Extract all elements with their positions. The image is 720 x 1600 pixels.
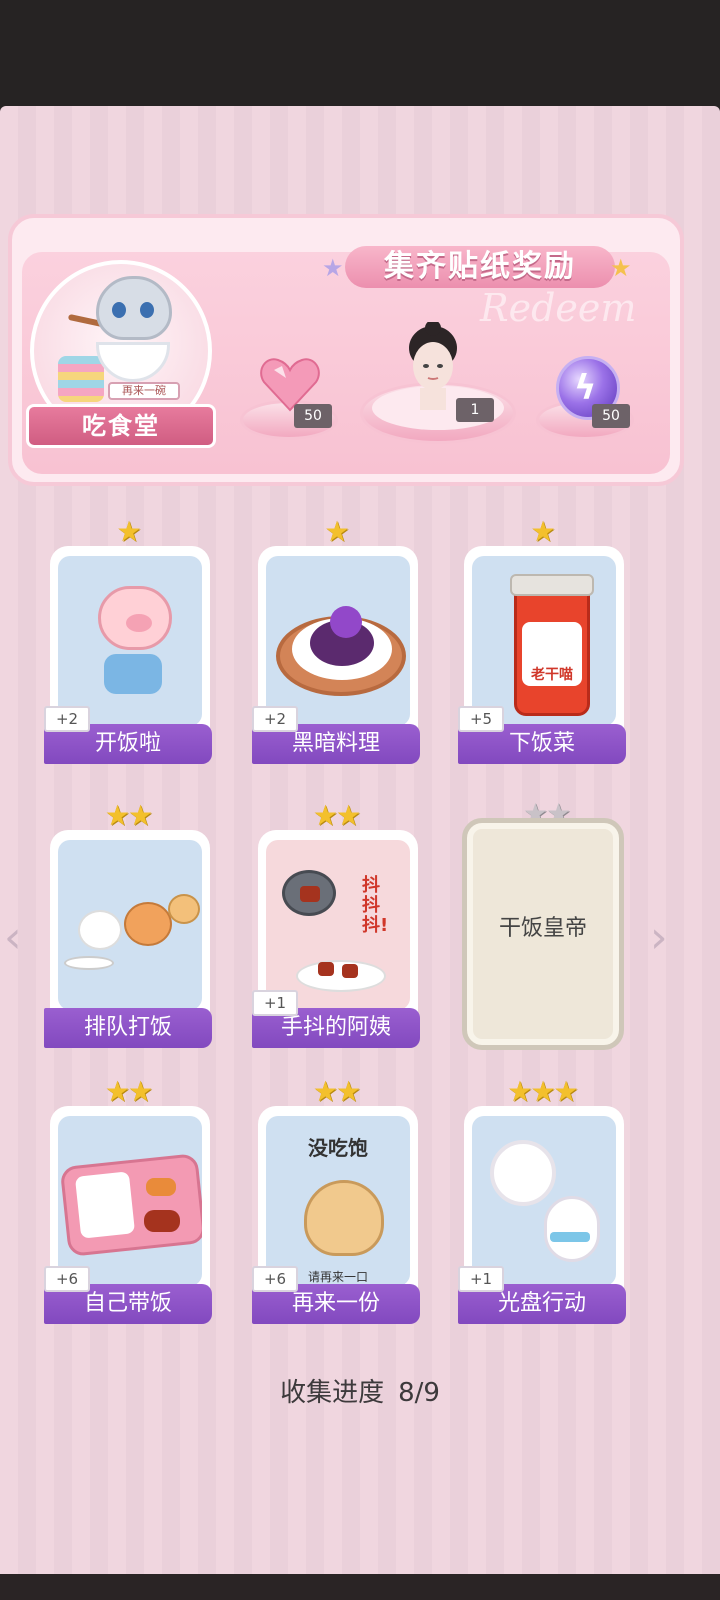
sticker-image <box>58 556 202 726</box>
banner-title: 集齐贴纸奖励 <box>345 246 615 288</box>
star-rating: ★★ <box>252 1076 420 1108</box>
star-icon: ★ <box>530 515 555 548</box>
jar-lid <box>510 574 594 596</box>
banner-watermark: Redeem <box>480 286 637 330</box>
screen: Redeem ★ 集齐贴纸奖励 ★ 再来一碗 吃食堂 50 1 ϟ 50 ★ 开… <box>0 0 720 1600</box>
progress-value: 8/9 <box>398 1378 440 1408</box>
cat-icon <box>124 902 172 946</box>
pig-snout <box>126 614 152 632</box>
star-sparkle-icon: ★ <box>322 254 344 282</box>
meat-piece <box>318 962 334 976</box>
cat-icon <box>168 894 200 924</box>
star-rating: ★★ <box>252 800 420 832</box>
locked-sticker-name: 干饭皇帝 <box>498 916 587 941</box>
bunny-icon <box>544 1196 600 1262</box>
star-icon: ★ <box>336 799 361 832</box>
sticker-bonus: +1 <box>458 1266 504 1292</box>
sticker-card[interactable]: ★★ 抖抖抖! 手抖的阿姨 +1 <box>252 800 420 1048</box>
star-icon: ★ <box>507 1075 532 1108</box>
reward-count: 50 <box>592 404 630 428</box>
star-rating: ★ <box>458 516 626 548</box>
sticker-bonus: +6 <box>44 1266 90 1292</box>
reward-count: 50 <box>294 404 332 428</box>
pig-shirt <box>104 654 162 694</box>
sticker-image: 抖抖抖! <box>266 840 410 1010</box>
sticker-card[interactable]: ★★ 排队打饭 <box>44 800 212 1048</box>
plates-icon <box>58 356 104 402</box>
hamster-icon <box>304 1180 384 1256</box>
sticker-bonus: +2 <box>252 706 298 732</box>
star-icon: ★ <box>104 1075 130 1108</box>
sticker-card[interactable]: ★★ 自己带饭 +6 <box>44 1076 212 1324</box>
star-icon: ★ <box>530 1075 555 1108</box>
star-icon: ★ <box>116 515 141 548</box>
steak-piece <box>144 1210 180 1232</box>
sticker-card[interactable]: ★ 开饭啦 +2 <box>44 516 212 764</box>
cat-icon <box>78 910 122 950</box>
star-rating: ★ <box>44 516 212 548</box>
sticker-card[interactable]: ★ 老干喵 下饭菜 +5 <box>458 516 626 764</box>
star-icon: ★ <box>128 1075 153 1108</box>
cat-icon <box>96 276 172 340</box>
cat-eye <box>140 302 154 318</box>
sticker-bonus: +2 <box>44 706 90 732</box>
canteen-label: 吃食堂 <box>26 404 216 448</box>
star-sparkle-icon: ★ <box>610 254 632 282</box>
sticker-label: 排队打饭 <box>44 1008 212 1048</box>
star-icon: ★ <box>336 1075 361 1108</box>
lightning-icon: ϟ <box>574 368 597 408</box>
bunny-scarf <box>550 1232 590 1242</box>
previous-page-arrow-icon[interactable]: ‹ <box>4 912 22 963</box>
purple-ball <box>330 606 362 638</box>
progress-label: 收集进度 <box>280 1378 385 1408</box>
shrimp-piece <box>146 1178 176 1196</box>
star-icon: ★ <box>553 1075 579 1108</box>
next-page-arrow-icon[interactable]: › <box>650 912 668 963</box>
sticker-image <box>58 1116 202 1286</box>
cat-eye <box>112 302 126 318</box>
sticker-image: 老干喵 <box>472 556 616 726</box>
star-icon: ★ <box>312 799 338 832</box>
star-icon: ★ <box>104 799 130 832</box>
star-rating: ★ <box>252 516 420 548</box>
sticker-card-locked[interactable]: ★★ 干饭皇帝 <box>462 798 630 1050</box>
sticker-card[interactable]: ★★ 没吃饱 请再来一口 再来一份 +6 <box>252 1076 420 1324</box>
meat-piece <box>300 886 320 902</box>
plate-icon <box>64 956 114 970</box>
bento-rice <box>74 1171 136 1239</box>
bottom-bar <box>0 1574 720 1600</box>
sticker-image <box>472 1116 616 1286</box>
caption-text: 没吃饱 <box>308 1136 368 1160</box>
star-rating: ★★★ <box>458 1076 626 1108</box>
star-icon: ★ <box>312 1075 338 1108</box>
meat-piece <box>342 964 358 978</box>
collection-progress: 收集进度 8/9 <box>200 1372 520 1409</box>
sticker-image <box>266 556 410 726</box>
canteen-sticker-tag: 再来一碗 <box>108 382 180 400</box>
sticker-card[interactable]: ★ 黑暗料理 +2 <box>252 516 420 764</box>
sticker-image: 没吃饱 请再来一口 <box>266 1116 410 1286</box>
empty-plate-icon <box>490 1140 556 1206</box>
sticker-image <box>58 840 202 1010</box>
sticker-card[interactable]: ★★★ 光盘行动 +1 <box>458 1076 626 1324</box>
sticker-bonus: +5 <box>458 706 504 732</box>
reward-count: 1 <box>456 398 494 422</box>
portrait-avatar[interactable] <box>398 320 468 410</box>
sticker-bonus: +1 <box>252 990 298 1016</box>
jar-label: 老干喵 <box>522 622 582 686</box>
sticker-bonus: +6 <box>252 1266 298 1292</box>
star-icon: ★ <box>324 515 349 548</box>
plate-icon <box>296 960 386 992</box>
caption-text: 抖抖抖! <box>362 875 389 936</box>
star-icon: ★ <box>128 799 153 832</box>
star-rating: ★★ <box>44 800 212 832</box>
star-rating: ★★ <box>44 1076 212 1108</box>
